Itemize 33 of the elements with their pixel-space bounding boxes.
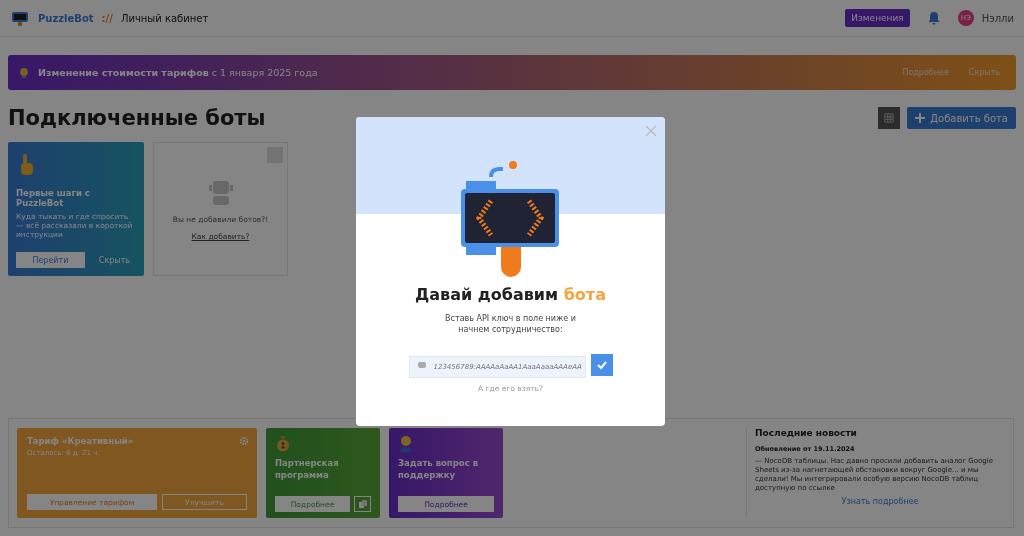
brand-name[interactable]: PuzzleBot (38, 12, 94, 24)
close-icon[interactable] (645, 125, 657, 137)
plus-icon (915, 113, 926, 123)
more-button[interactable]: Подробнее (896, 67, 955, 78)
read-more-link[interactable]: Узнать подробнее (755, 497, 1005, 507)
copy-icon (357, 499, 368, 509)
go-button[interactable]: Перейти (16, 252, 85, 268)
card-title: Первые шаги с PuzzleBot (16, 188, 91, 208)
news-heading: Последние новости (755, 428, 858, 438)
grid-view-button[interactable] (878, 107, 901, 129)
money-bag-icon (275, 434, 291, 452)
announcement-text: Изменение стоимости тарифов с 1 января 2025 года (38, 67, 318, 78)
page-title: Подключенные боты (8, 106, 266, 130)
dialog-title: Давай добавим бота (415, 285, 606, 304)
changes-button[interactable]: Изменения (845, 9, 910, 27)
section-title: Личный кабинет (120, 12, 209, 24)
breadcrumb-separator: :// (101, 12, 113, 24)
table-icon (884, 112, 895, 124)
person-icon (398, 434, 414, 452)
add-bot-button[interactable]: Добавить бота (907, 107, 1016, 129)
tariff-title: Тариф «Креативный» (27, 436, 134, 446)
pointing-finger-icon (20, 154, 34, 176)
hide-button[interactable]: Скрыть (92, 254, 136, 266)
hide-button[interactable]: Скрыть (962, 67, 1006, 78)
robot-icon (416, 359, 427, 370)
promo-title: Партнерская программа (275, 458, 340, 482)
settings-icon[interactable] (239, 436, 249, 446)
confirm-button[interactable] (590, 353, 613, 376)
promo-title: Задать вопрос в поддержку (398, 458, 480, 482)
user-name[interactable]: Нэлли (981, 12, 1014, 24)
dialog-subtitle: Вставь API ключ в поле ниже и начнем сотрудничество: (444, 314, 577, 336)
copy-button[interactable] (354, 496, 371, 512)
bulb-icon (18, 66, 30, 79)
